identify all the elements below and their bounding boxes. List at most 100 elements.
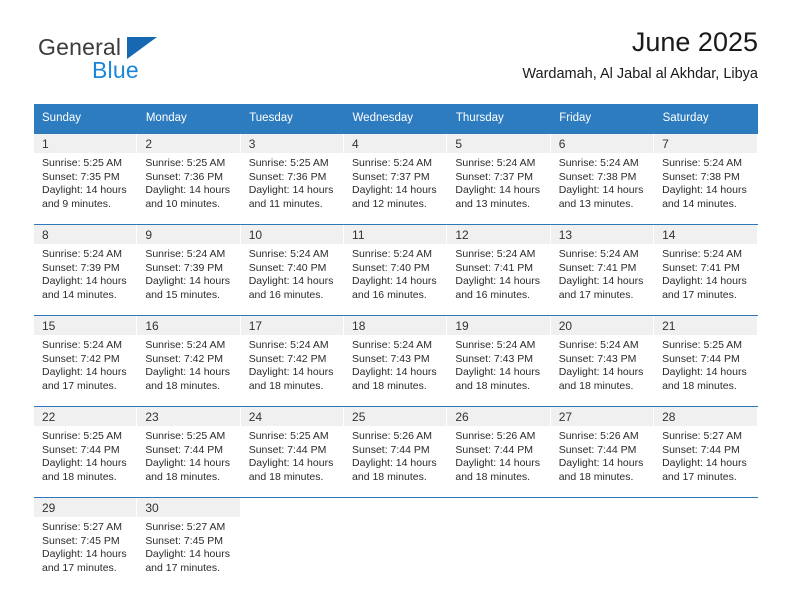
day-cell[interactable]: 20 Sunrise: 5:24 AM Sunset: 7:43 PM Dayligh… — [550, 315, 655, 407]
day-cell[interactable]: 11 Sunrise: 5:24 AM Sunset: 7:40 PM Dayligh… — [344, 224, 448, 316]
daylight-text-line2: and 11 minutes. — [248, 197, 323, 210]
day-number: 12 — [447, 225, 551, 244]
calendar-week-row: 22 Sunrise: 5:25 AM Sunset: 7:44 PM Dayligh… — [34, 406, 758, 498]
daylight-text-line2: and 14 minutes. — [662, 197, 737, 210]
sunset-text: Sunset: 7:36 PM — [145, 170, 223, 183]
daylight-text-line1: Daylight: 14 hours — [248, 184, 334, 197]
sunrise-text: Sunrise: 5:24 AM — [662, 157, 743, 169]
sunset-text: Sunset: 7:41 PM — [662, 261, 740, 274]
day-cell[interactable]: 3 Sunrise: 5:25 AM Sunset: 7:36 PM Daylight… — [240, 133, 345, 225]
day-cell[interactable]: 7 Sunrise: 5:24 AM Sunset: 7:38 PM Daylight… — [654, 133, 758, 225]
day-cell[interactable]: 13 Sunrise: 5:24 AM Sunset: 7:41 PM Dayligh… — [550, 224, 655, 316]
day-cell[interactable]: 16 Sunrise: 5:24 AM Sunset: 7:42 PM Dayligh… — [137, 315, 241, 407]
day-cell[interactable]: 28 Sunrise: 5:27 AM Sunset: 7:44 PM Dayligh… — [654, 406, 758, 498]
day-cell[interactable]: 30 Sunrise: 5:27 AM Sunset: 7:45 PM Dayligh… — [137, 497, 241, 582]
day-cell[interactable]: 12 Sunrise: 5:24 AM Sunset: 7:41 PM Dayligh… — [447, 224, 551, 316]
sunset-text: Sunset: 7:44 PM — [662, 443, 740, 456]
sunset-text: Sunset: 7:42 PM — [42, 352, 120, 365]
day-cell[interactable]: 9 Sunrise: 5:24 AM Sunset: 7:39 PM Daylight… — [137, 224, 241, 316]
sunrise-text: Sunrise: 5:24 AM — [558, 157, 639, 169]
day-number: 20 — [550, 316, 655, 335]
daylight-text-line1: Daylight: 14 hours — [455, 457, 541, 470]
daylight-text-line1: Daylight: 14 hours — [662, 275, 747, 288]
weekday-header-thursday: Thursday — [447, 104, 552, 134]
sunset-text: Sunset: 7:45 PM — [42, 534, 120, 547]
day-number: 16 — [137, 316, 241, 335]
daylight-text-line1: Daylight: 14 hours — [248, 457, 334, 470]
sunrise-text: Sunrise: 5:25 AM — [42, 430, 122, 442]
day-number: 26 — [447, 407, 551, 426]
daylight-text-line2: and 17 minutes. — [558, 288, 634, 301]
day-cell-empty — [240, 497, 345, 582]
day-cell[interactable]: 1 Sunrise: 5:25 AM Sunset: 7:35 PM Daylight… — [34, 133, 138, 225]
weekday-header-friday: Friday — [550, 104, 655, 134]
day-cell-empty — [447, 497, 551, 582]
daylight-text-line2: and 16 minutes. — [352, 288, 427, 301]
day-number: 10 — [240, 225, 345, 244]
day-number: 30 — [137, 498, 241, 517]
sunrise-text: Sunrise: 5:24 AM — [248, 339, 329, 351]
day-cell[interactable]: 18 Sunrise: 5:24 AM Sunset: 7:43 PM Dayligh… — [344, 315, 448, 407]
day-number: 25 — [344, 407, 448, 426]
sunrise-text: Sunrise: 5:25 AM — [145, 157, 226, 169]
day-number: 23 — [137, 407, 241, 426]
day-cell[interactable]: 5 Sunrise: 5:24 AM Sunset: 7:37 PM Daylight… — [447, 133, 551, 225]
day-cell[interactable]: 19 Sunrise: 5:24 AM Sunset: 7:43 PM Dayligh… — [447, 315, 551, 407]
daylight-text-line1: Daylight: 14 hours — [455, 366, 541, 379]
daylight-text-line1: Daylight: 14 hours — [42, 366, 127, 379]
sunrise-text: Sunrise: 5:25 AM — [662, 339, 743, 351]
day-cell[interactable]: 27 Sunrise: 5:26 AM Sunset: 7:44 PM Dayligh… — [550, 406, 655, 498]
daylight-text-line2: and 13 minutes. — [558, 197, 634, 210]
sunset-text: Sunset: 7:44 PM — [662, 352, 740, 365]
day-number: 13 — [550, 225, 655, 244]
daylight-text-line2: and 15 minutes. — [145, 288, 221, 301]
sunrise-text: Sunrise: 5:24 AM — [42, 339, 122, 351]
day-number: 9 — [137, 225, 241, 244]
day-number — [241, 498, 344, 517]
sunrise-text: Sunrise: 5:27 AM — [662, 430, 743, 442]
sunrise-text: Sunrise: 5:26 AM — [455, 430, 536, 442]
daylight-text-line1: Daylight: 14 hours — [248, 366, 334, 379]
day-cell[interactable]: 10 Sunrise: 5:24 AM Sunset: 7:40 PM Dayligh… — [240, 224, 345, 316]
day-cell[interactable]: 22 Sunrise: 5:25 AM Sunset: 7:44 PM Dayligh… — [34, 406, 138, 498]
sunrise-text: Sunrise: 5:24 AM — [455, 248, 536, 260]
day-number: 4 — [344, 134, 448, 153]
daylight-text-line2: and 18 minutes. — [145, 379, 221, 392]
day-cell[interactable]: 21 Sunrise: 5:25 AM Sunset: 7:44 PM Dayligh… — [654, 315, 758, 407]
sunset-text: Sunset: 7:43 PM — [352, 352, 430, 365]
day-cell[interactable]: 24 Sunrise: 5:25 AM Sunset: 7:44 PM Dayligh… — [240, 406, 345, 498]
day-cell[interactable]: 14 Sunrise: 5:24 AM Sunset: 7:41 PM Dayligh… — [654, 224, 758, 316]
daylight-text-line2: and 18 minutes. — [558, 470, 634, 483]
day-cell[interactable]: 2 Sunrise: 5:25 AM Sunset: 7:36 PM Daylight… — [137, 133, 241, 225]
daylight-text-line1: Daylight: 14 hours — [352, 184, 437, 197]
day-number: 8 — [34, 225, 138, 244]
day-cell[interactable]: 25 Sunrise: 5:26 AM Sunset: 7:44 PM Dayligh… — [344, 406, 448, 498]
day-cell[interactable]: 17 Sunrise: 5:24 AM Sunset: 7:42 PM Dayligh… — [240, 315, 345, 407]
day-cell[interactable]: 4 Sunrise: 5:24 AM Sunset: 7:37 PM Daylight… — [344, 133, 448, 225]
sunset-text: Sunset: 7:38 PM — [558, 170, 637, 183]
daylight-text-line1: Daylight: 14 hours — [248, 275, 334, 288]
day-number: 22 — [34, 407, 138, 426]
daylight-text-line1: Daylight: 14 hours — [352, 457, 437, 470]
sunset-text: Sunset: 7:41 PM — [455, 261, 534, 274]
day-cell[interactable]: 26 Sunrise: 5:26 AM Sunset: 7:44 PM Dayligh… — [447, 406, 551, 498]
daylight-text-line1: Daylight: 14 hours — [352, 275, 437, 288]
daylight-text-line1: Daylight: 14 hours — [455, 184, 541, 197]
day-number: 28 — [654, 407, 758, 426]
day-cell[interactable]: 15 Sunrise: 5:24 AM Sunset: 7:42 PM Dayligh… — [34, 315, 138, 407]
daylight-text-line1: Daylight: 14 hours — [558, 366, 644, 379]
calendar-week-row: 15 Sunrise: 5:24 AM Sunset: 7:42 PM Dayligh… — [34, 315, 758, 407]
day-cell[interactable]: 8 Sunrise: 5:24 AM Sunset: 7:39 PM Daylight… — [34, 224, 138, 316]
day-cell[interactable]: 6 Sunrise: 5:24 AM Sunset: 7:38 PM Daylight… — [550, 133, 655, 225]
weekday-header-tuesday: Tuesday — [240, 104, 345, 134]
calendar-header-row: Sunday Monday Tuesday Wednesday Thursday… — [34, 104, 759, 134]
sunset-text: Sunset: 7:37 PM — [455, 170, 534, 183]
title-block: June 2025 Wardamah, Al Jabal al Akhdar, … — [522, 26, 758, 84]
sunset-text: Sunset: 7:45 PM — [145, 534, 223, 547]
day-cell[interactable]: 23 Sunrise: 5:25 AM Sunset: 7:44 PM Dayligh… — [137, 406, 241, 498]
weekday-header-sunday: Sunday — [34, 104, 138, 134]
daylight-text-line2: and 18 minutes. — [42, 470, 117, 483]
daylight-text-line2: and 13 minutes. — [455, 197, 531, 210]
day-cell[interactable]: 29 Sunrise: 5:27 AM Sunset: 7:45 PM Dayligh… — [34, 497, 138, 582]
daylight-text-line1: Daylight: 14 hours — [662, 366, 747, 379]
